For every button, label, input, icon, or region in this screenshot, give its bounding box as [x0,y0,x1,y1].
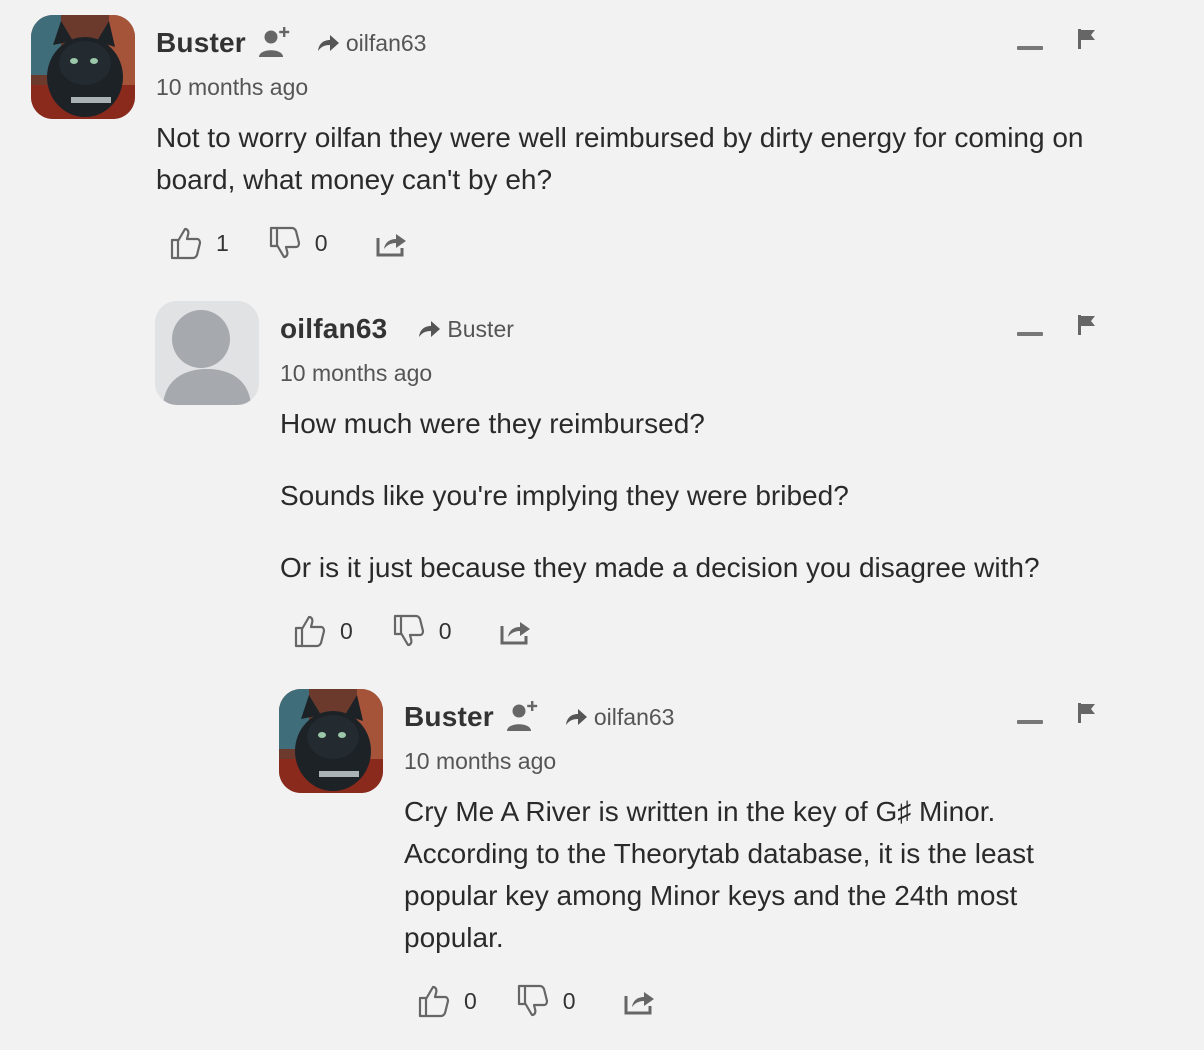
timestamp[interactable]: 10 months ago [404,748,556,775]
comment-paragraph: Not to worry oilfan they were well reimb… [156,122,1084,195]
reply-to-username: oilfan63 [345,29,427,56]
upvote-count: 1 [216,229,229,256]
thumbs-down-icon [393,614,424,647]
comment-body: How much were they reimbursed? Sounds li… [280,403,1140,589]
comment-paragraph: Sounds like you're implying they were br… [280,480,849,511]
flag-icon[interactable] [1077,28,1097,55]
thumbs-up-icon [294,615,326,648]
upvote-button[interactable]: 0 [294,614,353,648]
comment-paragraph: How much were they reimbursed? [280,408,705,439]
share-icon[interactable] [376,229,408,257]
comment-paragraph: Cry Me A River is written in the key of … [404,796,1034,953]
reply-arrow-icon [565,709,587,725]
comment-paragraph: Or is it just because they made a decisi… [280,552,1040,583]
avatar[interactable] [31,15,135,119]
upvote-button[interactable]: 0 [418,984,477,1018]
avatar[interactable] [155,301,259,405]
reply-to-username: oilfan63 [593,703,675,730]
timestamp[interactable]: 10 months ago [156,74,308,101]
downvote-count: 0 [438,617,452,644]
author-name[interactable]: Buster [156,27,246,59]
thumbs-up-icon [418,985,450,1018]
downvote-count: 0 [314,229,328,256]
comment-body: Cry Me A River is written in the key of … [404,791,1104,959]
upvote-button[interactable]: 1 [170,226,229,260]
comment-body: Not to worry oilfan they were well reimb… [156,117,1126,201]
upvote-count: 0 [464,987,477,1014]
add-user-icon[interactable] [506,700,542,734]
reply-arrow-icon [419,321,441,337]
author-name[interactable]: Buster [404,701,494,733]
thumbs-up-icon [170,227,202,260]
timestamp[interactable]: 10 months ago [280,360,432,387]
share-icon[interactable] [500,617,532,645]
reply-to-link[interactable]: oilfan63 [316,29,427,57]
add-user-icon[interactable] [258,26,294,60]
reply-to-username: Buster [447,315,514,342]
flag-icon[interactable] [1077,702,1097,729]
downvote-button[interactable]: 0 [393,614,452,648]
upvote-count: 0 [340,617,353,644]
thumbs-down-icon [517,984,548,1017]
reply-to-link[interactable]: Buster [417,315,514,343]
reply-arrow-icon [317,35,339,51]
downvote-count: 0 [562,987,576,1014]
share-icon[interactable] [624,987,656,1015]
minimize-icon[interactable] [1017,719,1043,724]
downvote-button[interactable]: 0 [517,984,576,1018]
minimize-icon[interactable] [1017,45,1043,50]
avatar[interactable] [279,689,383,793]
thumbs-down-icon [269,226,300,259]
author-name[interactable]: oilfan63 [280,313,387,345]
reply-to-link[interactable]: oilfan63 [564,703,675,731]
flag-icon[interactable] [1077,314,1097,341]
minimize-icon[interactable] [1017,331,1043,336]
downvote-button[interactable]: 0 [269,226,328,260]
